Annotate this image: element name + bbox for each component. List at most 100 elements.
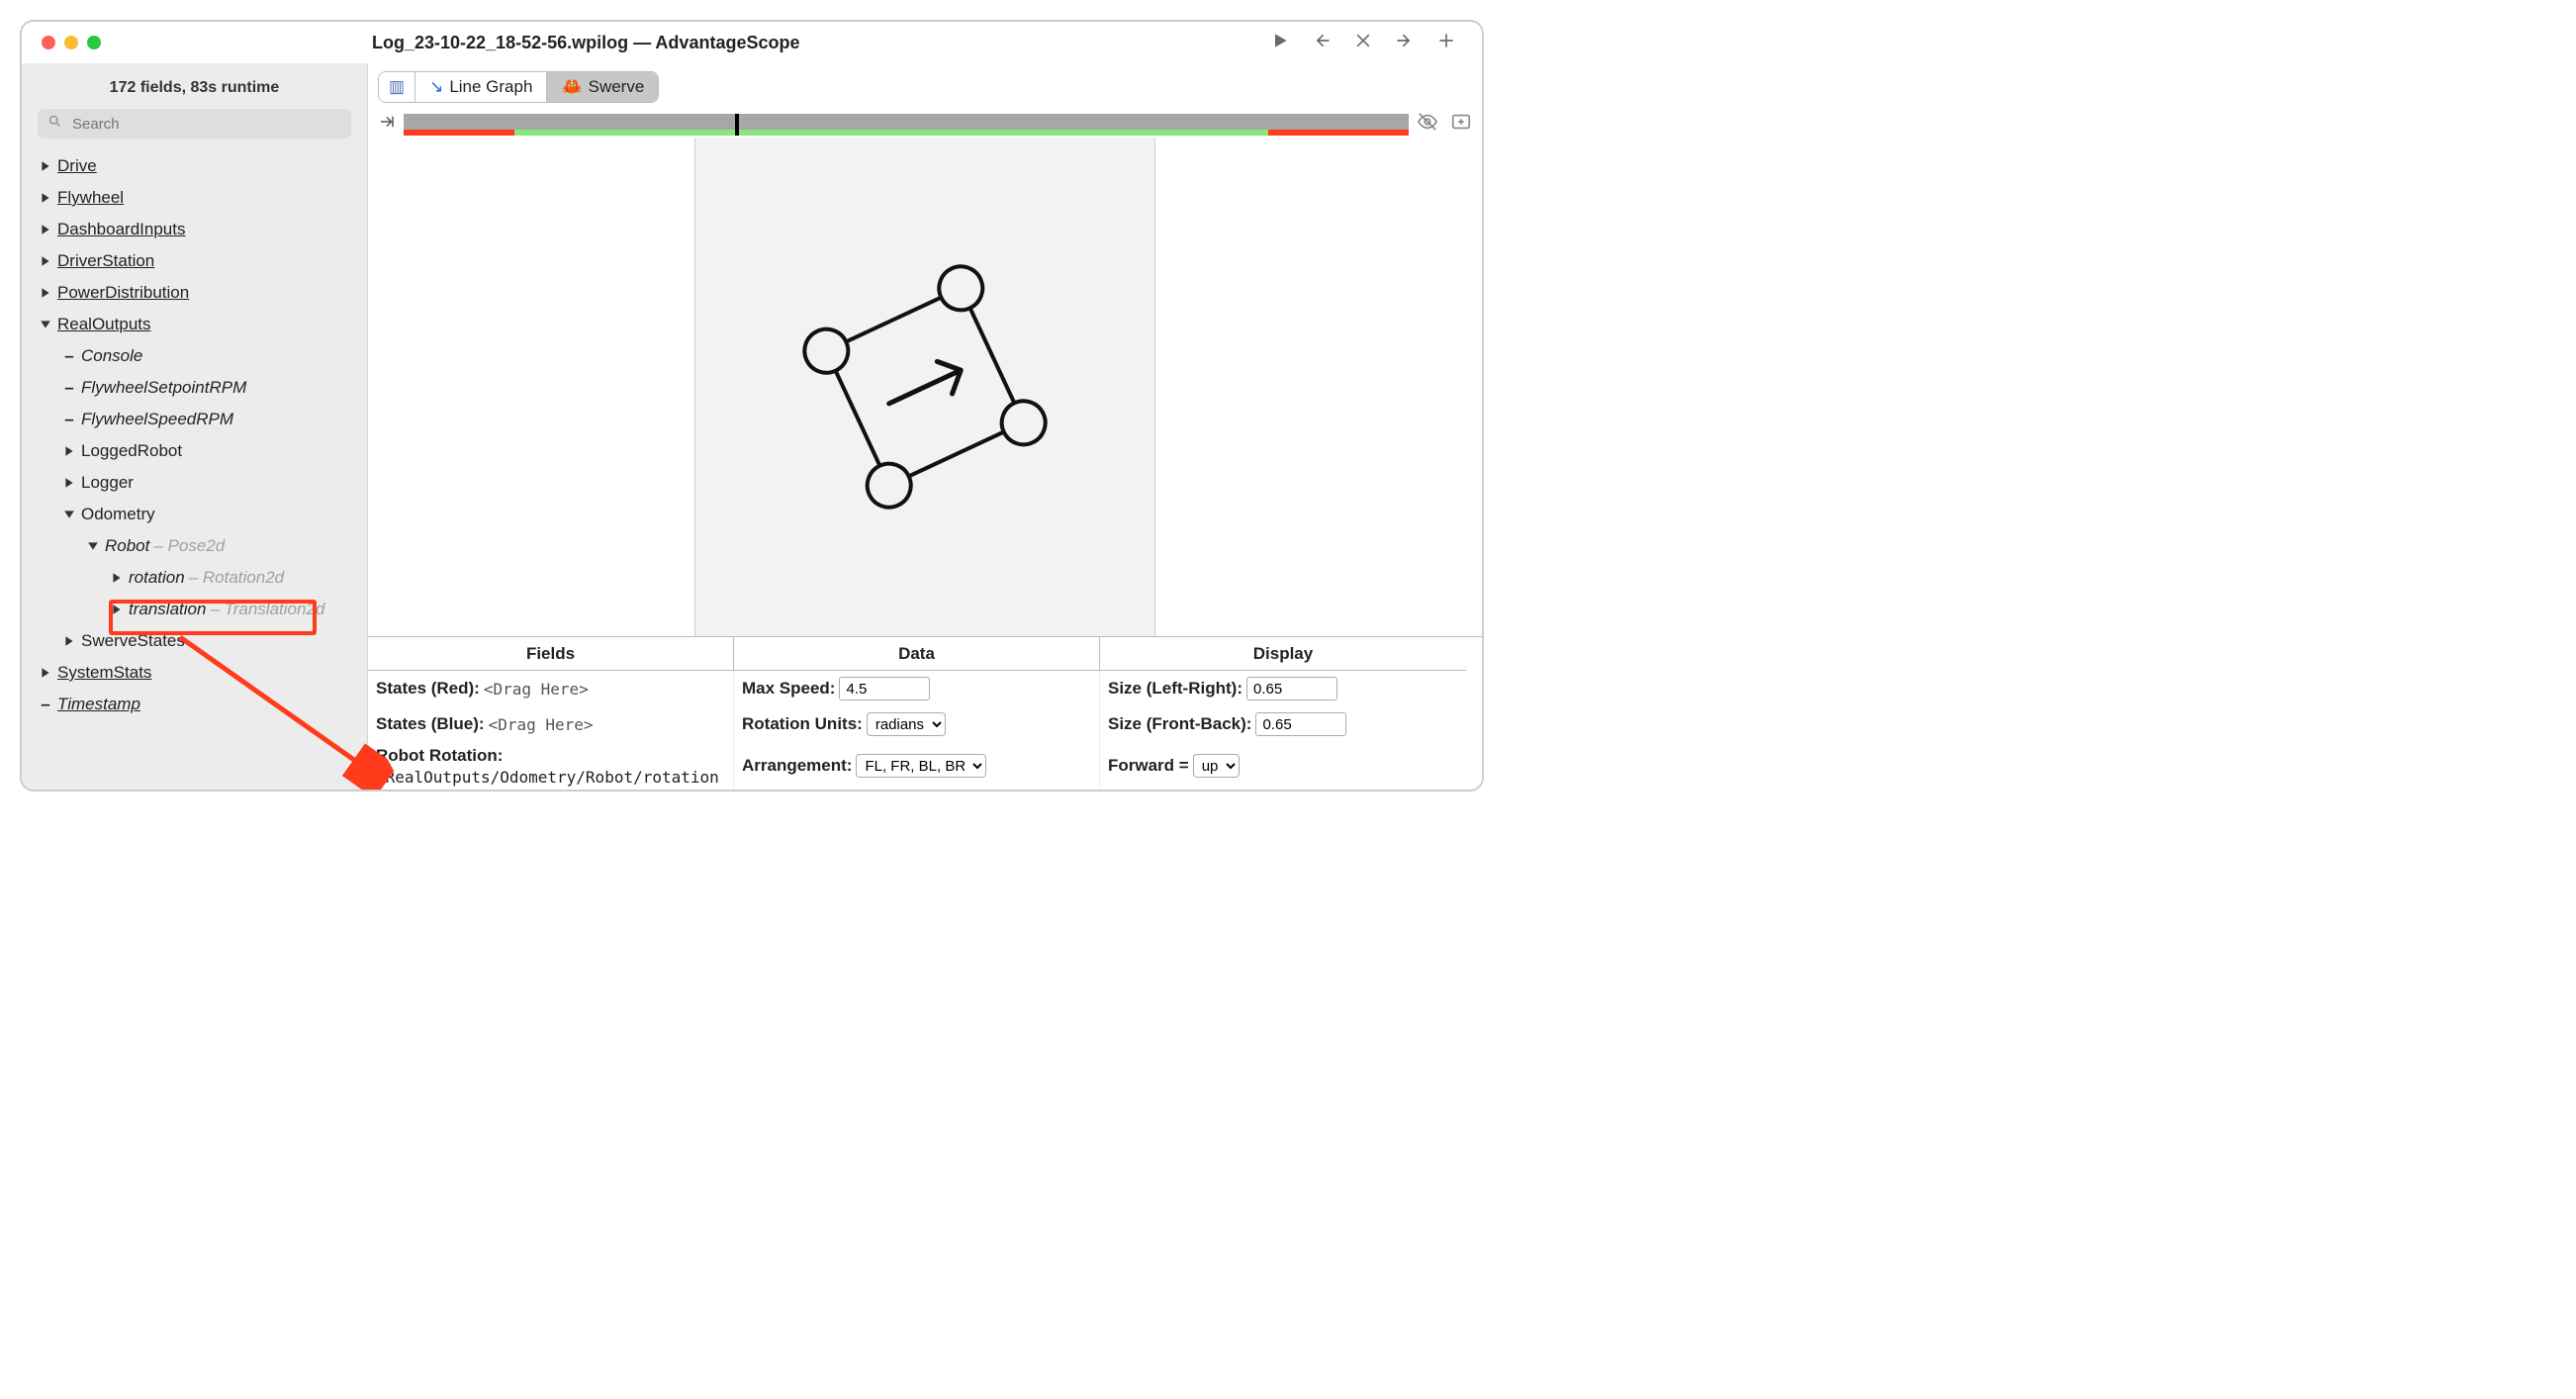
add-icon[interactable] xyxy=(1436,31,1456,55)
caret-right-icon xyxy=(38,160,53,172)
close-icon[interactable] xyxy=(42,36,55,49)
tab-strip: ▥ ↘Line Graph 🦀Swerve xyxy=(368,63,1482,109)
tree-node-timestamp[interactable]: –Timestamp xyxy=(22,689,367,720)
tree-node-fw-speed[interactable]: –FlywheelSpeedRPM xyxy=(22,404,367,435)
rotation-units-row: Rotation Units: radians xyxy=(734,706,1100,742)
zoom-icon[interactable] xyxy=(87,36,101,49)
size-lr-row: Size (Left-Right): xyxy=(1100,671,1466,706)
tree-node-real-outputs[interactable]: RealOutputs xyxy=(22,309,367,340)
timeline-cursor[interactable] xyxy=(735,114,739,136)
tree-node-flywheel[interactable]: Flywheel xyxy=(22,182,367,214)
caret-right-icon xyxy=(109,572,125,584)
field-tree: Drive Flywheel DashboardInputs DriverSta… xyxy=(22,146,367,780)
tab-line-graph[interactable]: ↘Line Graph xyxy=(415,72,547,102)
caret-right-icon xyxy=(38,667,53,679)
tree-node-odometry[interactable]: Odometry xyxy=(22,499,367,530)
tree-node-swerve-states[interactable]: SwerveStates xyxy=(22,625,367,657)
timeline-segment-disabled xyxy=(404,130,514,136)
caret-right-icon xyxy=(61,477,77,489)
caret-down-icon xyxy=(85,540,101,552)
states-red-field[interactable]: States (Red): <Drag Here> xyxy=(368,671,734,706)
caret-right-icon xyxy=(38,287,53,299)
back-icon[interactable] xyxy=(1312,31,1332,55)
type-label: – Translation2d xyxy=(210,600,324,619)
tree-node-drive[interactable]: Drive xyxy=(22,150,367,182)
search-field[interactable] xyxy=(38,109,351,139)
type-label: – Pose2d xyxy=(153,536,225,556)
tree-node-rotation[interactable]: rotation – Rotation2d xyxy=(22,562,367,594)
column-header-fields: Fields xyxy=(368,637,734,671)
arrangement-select[interactable]: FL, FR, BL, BR xyxy=(856,754,986,778)
column-header-display: Display xyxy=(1100,637,1466,671)
size-fb-row: Size (Front-Back): xyxy=(1100,706,1466,742)
search-icon xyxy=(47,114,62,134)
window-title: Log_23-10-22_18-52-56.wpilog — Advantage… xyxy=(372,33,1270,53)
app-window: Log_23-10-22_18-52-56.wpilog — Advantage… xyxy=(20,20,1484,792)
config-panel: Fields Data Display States (Red): <Drag … xyxy=(368,636,1482,790)
robot-rotation-path: /RealOutputs/Odometry/Robot/rotation xyxy=(376,768,719,787)
caret-down-icon xyxy=(61,509,77,520)
forward-icon[interactable] xyxy=(1395,31,1415,55)
timeline-segment-enabled xyxy=(514,130,1268,136)
swerve-canvas xyxy=(694,138,1155,636)
close-tab-icon[interactable] xyxy=(1353,31,1373,55)
titlebar: Log_23-10-22_18-52-56.wpilog — Advantage… xyxy=(22,22,1482,63)
tab-swerve[interactable]: 🦀Swerve xyxy=(547,72,658,102)
tree-node-console[interactable]: –Console xyxy=(22,340,367,372)
caret-right-icon xyxy=(38,192,53,204)
sidebar-summary: 172 fields, 83s runtime xyxy=(22,71,367,109)
caret-right-icon xyxy=(61,445,77,457)
tree-node-power-distribution[interactable]: PowerDistribution xyxy=(22,277,367,309)
caret-right-icon xyxy=(61,635,77,647)
caret-right-icon xyxy=(38,255,53,267)
visibility-icon[interactable] xyxy=(1417,111,1438,138)
body: 172 fields, 83s runtime Drive Flywheel D… xyxy=(22,63,1482,790)
robot-drawing xyxy=(796,258,1054,515)
robot-rotation-field[interactable]: Robot Rotation: /RealOutputs/Odometry/Ro… xyxy=(368,742,734,790)
tab-group: ▥ ↘Line Graph 🦀Swerve xyxy=(378,71,659,103)
states-blue-field[interactable]: States (Blue): <Drag Here> xyxy=(368,706,734,742)
size-lr-input[interactable] xyxy=(1246,677,1337,700)
column-header-data: Data xyxy=(734,637,1100,671)
tree-node-system-stats[interactable]: SystemStats xyxy=(22,657,367,689)
forward-select[interactable]: up xyxy=(1193,754,1240,778)
dash-icon: – xyxy=(61,410,77,429)
type-label: – Rotation2d xyxy=(189,568,284,588)
caret-down-icon xyxy=(38,319,53,330)
size-fb-input[interactable] xyxy=(1255,712,1346,736)
arrangement-row: Arrangement: FL, FR, BL, BR xyxy=(734,742,1100,790)
dash-icon: – xyxy=(61,378,77,398)
tree-node-fw-setpoint[interactable]: –FlywheelSetpointRPM xyxy=(22,372,367,404)
caret-right-icon xyxy=(38,224,53,235)
drop-target[interactable]: <Drag Here> xyxy=(484,680,589,699)
title-actions xyxy=(1270,31,1468,55)
tree-node-driver-station[interactable]: DriverStation xyxy=(22,245,367,277)
tab-documentation[interactable]: ▥ xyxy=(379,72,415,102)
traffic-lights xyxy=(36,36,372,49)
add-panel-icon[interactable] xyxy=(1450,111,1472,138)
jump-to-end-icon[interactable] xyxy=(378,113,396,136)
rotation-units-select[interactable]: radians xyxy=(867,712,946,736)
max-speed-input[interactable] xyxy=(839,677,930,700)
minimize-icon[interactable] xyxy=(64,36,78,49)
search-input[interactable] xyxy=(70,115,341,134)
crab-icon: 🦀 xyxy=(561,77,582,97)
tree-node-robot[interactable]: Robot – Pose2d xyxy=(22,530,367,562)
tree-node-dashboard-inputs[interactable]: DashboardInputs xyxy=(22,214,367,245)
drop-target[interactable]: <Drag Here> xyxy=(489,715,594,734)
max-speed-row: Max Speed: xyxy=(734,671,1100,706)
sidebar: 172 fields, 83s runtime Drive Flywheel D… xyxy=(22,63,368,790)
play-icon[interactable] xyxy=(1270,31,1290,55)
dash-icon: – xyxy=(38,695,53,714)
dash-icon: – xyxy=(61,346,77,366)
caret-right-icon xyxy=(109,604,125,615)
tree-node-translation[interactable]: translation – Translation2d xyxy=(22,594,367,625)
forward-row: Forward = up xyxy=(1100,742,1466,790)
chart-icon: ↘ xyxy=(429,77,443,97)
book-icon: ▥ xyxy=(389,77,405,97)
tree-node-logged-robot[interactable]: LoggedRobot xyxy=(22,435,367,467)
swerve-visualization xyxy=(368,138,1482,636)
timeline[interactable] xyxy=(404,114,1409,136)
tree-node-logger[interactable]: Logger xyxy=(22,467,367,499)
timeline-row xyxy=(368,109,1482,138)
